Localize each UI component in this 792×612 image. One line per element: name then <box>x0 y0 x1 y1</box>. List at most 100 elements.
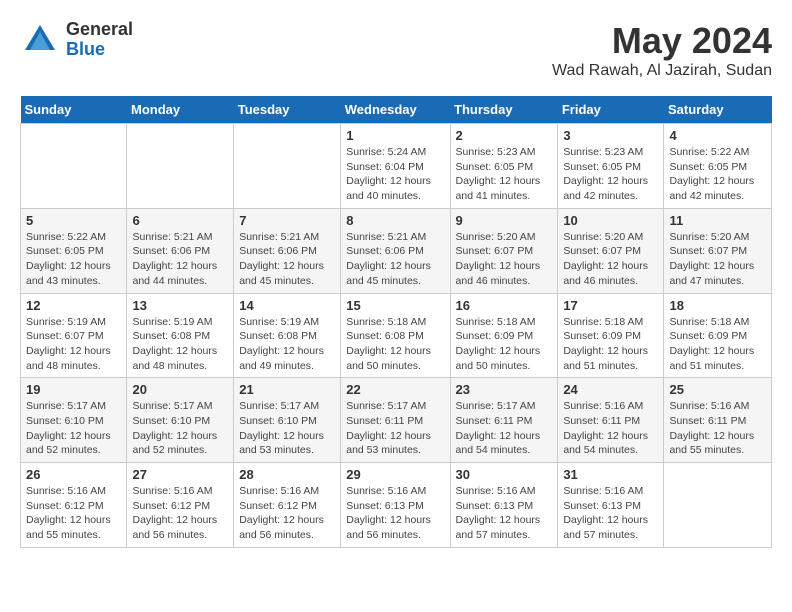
calendar-day-1: 1 Sunrise: 5:24 AM Sunset: 6:04 PM Daylig… <box>341 124 450 209</box>
calendar-day-11: 11Sunrise: 5:20 AM Sunset: 6:07 PM Dayli… <box>664 208 772 293</box>
calendar-header-tuesday: Tuesday <box>234 96 341 124</box>
day-info: Sunrise: 5:20 AM Sunset: 6:07 PM Dayligh… <box>563 230 658 289</box>
logo: General Blue <box>20 20 133 60</box>
day-info: Sunrise: 5:17 AM Sunset: 6:11 PM Dayligh… <box>346 399 444 458</box>
day-info: Sunrise: 5:23 AM Sunset: 6:05 PM Dayligh… <box>456 145 553 204</box>
calendar-header-row: SundayMondayTuesdayWednesdayThursdayFrid… <box>21 96 772 124</box>
calendar-day-3: 3 Sunrise: 5:23 AM Sunset: 6:05 PM Daylig… <box>558 124 664 209</box>
day-info: Sunrise: 5:19 AM Sunset: 6:07 PM Dayligh… <box>26 315 121 374</box>
logo-blue: Blue <box>66 40 133 60</box>
calendar-day-6: 6 Sunrise: 5:21 AM Sunset: 6:06 PM Daylig… <box>127 208 234 293</box>
calendar-day-17: 17 Sunrise: 5:18 AM Sunset: 6:09 PM Dayli… <box>558 293 664 378</box>
day-info: Sunrise: 5:16 AM Sunset: 6:12 PM Dayligh… <box>132 484 228 543</box>
day-info: Sunrise: 5:21 AM Sunset: 6:06 PM Dayligh… <box>239 230 335 289</box>
day-number: 8 <box>346 213 444 228</box>
calendar-day-24: 24Sunrise: 5:16 AM Sunset: 6:11 PM Dayli… <box>558 378 664 463</box>
calendar-day-19: 19 Sunrise: 5:17 AM Sunset: 6:10 PM Dayli… <box>21 378 127 463</box>
calendar-week-row: 19 Sunrise: 5:17 AM Sunset: 6:10 PM Dayli… <box>21 378 772 463</box>
day-info: Sunrise: 5:18 AM Sunset: 6:09 PM Dayligh… <box>563 315 658 374</box>
day-info: Sunrise: 5:17 AM Sunset: 6:10 PM Dayligh… <box>132 399 228 458</box>
calendar-day-12: 12 Sunrise: 5:19 AM Sunset: 6:07 PM Dayli… <box>21 293 127 378</box>
day-info: Sunrise: 5:17 AM Sunset: 6:11 PM Dayligh… <box>456 399 553 458</box>
calendar-day-26: 26 Sunrise: 5:16 AM Sunset: 6:12 PM Dayli… <box>21 463 127 548</box>
location-title: Wad Rawah, Al Jazirah, Sudan <box>552 62 772 80</box>
day-number: 5 <box>26 213 121 228</box>
day-info: Sunrise: 5:16 AM Sunset: 6:13 PM Dayligh… <box>563 484 658 543</box>
calendar-day-29: 29 Sunrise: 5:16 AM Sunset: 6:13 PM Dayli… <box>341 463 450 548</box>
calendar-empty-cell <box>664 463 772 548</box>
day-number: 29 <box>346 467 444 482</box>
calendar-day-25: 25 Sunrise: 5:16 AM Sunset: 6:11 PM Dayli… <box>664 378 772 463</box>
day-number: 26 <box>26 467 121 482</box>
calendar-day-22: 22 Sunrise: 5:17 AM Sunset: 6:11 PM Dayli… <box>341 378 450 463</box>
calendar-header-wednesday: Wednesday <box>341 96 450 124</box>
day-info: Sunrise: 5:16 AM Sunset: 6:12 PM Dayligh… <box>26 484 121 543</box>
day-number: 6 <box>132 213 228 228</box>
day-info: Sunrise: 5:22 AM Sunset: 6:05 PM Dayligh… <box>26 230 121 289</box>
calendar-day-8: 8Sunrise: 5:21 AM Sunset: 6:06 PM Daylig… <box>341 208 450 293</box>
page-header: General Blue May 2024 Wad Rawah, Al Jazi… <box>20 20 772 80</box>
day-number: 19 <box>26 382 121 397</box>
day-info: Sunrise: 5:24 AM Sunset: 6:04 PM Dayligh… <box>346 145 444 204</box>
day-number: 13 <box>132 298 228 313</box>
day-info: Sunrise: 5:16 AM Sunset: 6:13 PM Dayligh… <box>346 484 444 543</box>
logo-general: General <box>66 20 133 40</box>
day-number: 25 <box>669 382 766 397</box>
calendar-week-row: 12 Sunrise: 5:19 AM Sunset: 6:07 PM Dayli… <box>21 293 772 378</box>
calendar-empty-cell <box>234 124 341 209</box>
calendar-day-7: 7 Sunrise: 5:21 AM Sunset: 6:06 PM Daylig… <box>234 208 341 293</box>
calendar-day-21: 21Sunrise: 5:17 AM Sunset: 6:10 PM Dayli… <box>234 378 341 463</box>
calendar-empty-cell <box>21 124 127 209</box>
calendar-day-27: 27Sunrise: 5:16 AM Sunset: 6:12 PM Dayli… <box>127 463 234 548</box>
day-number: 18 <box>669 298 766 313</box>
calendar-header-saturday: Saturday <box>664 96 772 124</box>
day-info: Sunrise: 5:16 AM Sunset: 6:13 PM Dayligh… <box>456 484 553 543</box>
calendar-week-row: 5 Sunrise: 5:22 AM Sunset: 6:05 PM Daylig… <box>21 208 772 293</box>
calendar-day-2: 2 Sunrise: 5:23 AM Sunset: 6:05 PM Daylig… <box>450 124 558 209</box>
day-info: Sunrise: 5:22 AM Sunset: 6:05 PM Dayligh… <box>669 145 766 204</box>
day-info: Sunrise: 5:21 AM Sunset: 6:06 PM Dayligh… <box>132 230 228 289</box>
day-number: 17 <box>563 298 658 313</box>
day-number: 20 <box>132 382 228 397</box>
calendar-day-15: 15 Sunrise: 5:18 AM Sunset: 6:08 PM Dayli… <box>341 293 450 378</box>
calendar-header-monday: Monday <box>127 96 234 124</box>
day-number: 15 <box>346 298 444 313</box>
logo-text: General Blue <box>66 20 133 60</box>
day-info: Sunrise: 5:18 AM Sunset: 6:09 PM Dayligh… <box>669 315 766 374</box>
day-number: 1 <box>346 128 444 143</box>
day-info: Sunrise: 5:18 AM Sunset: 6:09 PM Dayligh… <box>456 315 553 374</box>
calendar-day-18: 18 Sunrise: 5:18 AM Sunset: 6:09 PM Dayli… <box>664 293 772 378</box>
day-number: 12 <box>26 298 121 313</box>
calendar-day-4: 4Sunrise: 5:22 AM Sunset: 6:05 PM Daylig… <box>664 124 772 209</box>
day-number: 7 <box>239 213 335 228</box>
day-number: 31 <box>563 467 658 482</box>
day-number: 10 <box>563 213 658 228</box>
day-number: 22 <box>346 382 444 397</box>
calendar-table: SundayMondayTuesdayWednesdayThursdayFrid… <box>20 96 772 548</box>
day-number: 28 <box>239 467 335 482</box>
month-title: May 2024 <box>552 20 772 62</box>
calendar-header-sunday: Sunday <box>21 96 127 124</box>
day-number: 3 <box>563 128 658 143</box>
day-info: Sunrise: 5:23 AM Sunset: 6:05 PM Dayligh… <box>563 145 658 204</box>
calendar-week-row: 1 Sunrise: 5:24 AM Sunset: 6:04 PM Daylig… <box>21 124 772 209</box>
day-number: 23 <box>456 382 553 397</box>
calendar-header-friday: Friday <box>558 96 664 124</box>
calendar-day-10: 10 Sunrise: 5:20 AM Sunset: 6:07 PM Dayli… <box>558 208 664 293</box>
day-info: Sunrise: 5:16 AM Sunset: 6:11 PM Dayligh… <box>669 399 766 458</box>
day-number: 2 <box>456 128 553 143</box>
calendar-day-30: 30 Sunrise: 5:16 AM Sunset: 6:13 PM Dayli… <box>450 463 558 548</box>
day-info: Sunrise: 5:16 AM Sunset: 6:11 PM Dayligh… <box>563 399 658 458</box>
calendar-day-16: 16 Sunrise: 5:18 AM Sunset: 6:09 PM Dayli… <box>450 293 558 378</box>
day-info: Sunrise: 5:19 AM Sunset: 6:08 PM Dayligh… <box>239 315 335 374</box>
day-info: Sunrise: 5:17 AM Sunset: 6:10 PM Dayligh… <box>239 399 335 458</box>
day-number: 30 <box>456 467 553 482</box>
logo-icon <box>20 20 60 60</box>
calendar-day-14: 14Sunrise: 5:19 AM Sunset: 6:08 PM Dayli… <box>234 293 341 378</box>
calendar-day-23: 23 Sunrise: 5:17 AM Sunset: 6:11 PM Dayli… <box>450 378 558 463</box>
calendar-week-row: 26 Sunrise: 5:16 AM Sunset: 6:12 PM Dayli… <box>21 463 772 548</box>
day-info: Sunrise: 5:17 AM Sunset: 6:10 PM Dayligh… <box>26 399 121 458</box>
day-number: 16 <box>456 298 553 313</box>
day-info: Sunrise: 5:18 AM Sunset: 6:08 PM Dayligh… <box>346 315 444 374</box>
calendar-day-31: 31 Sunrise: 5:16 AM Sunset: 6:13 PM Dayli… <box>558 463 664 548</box>
